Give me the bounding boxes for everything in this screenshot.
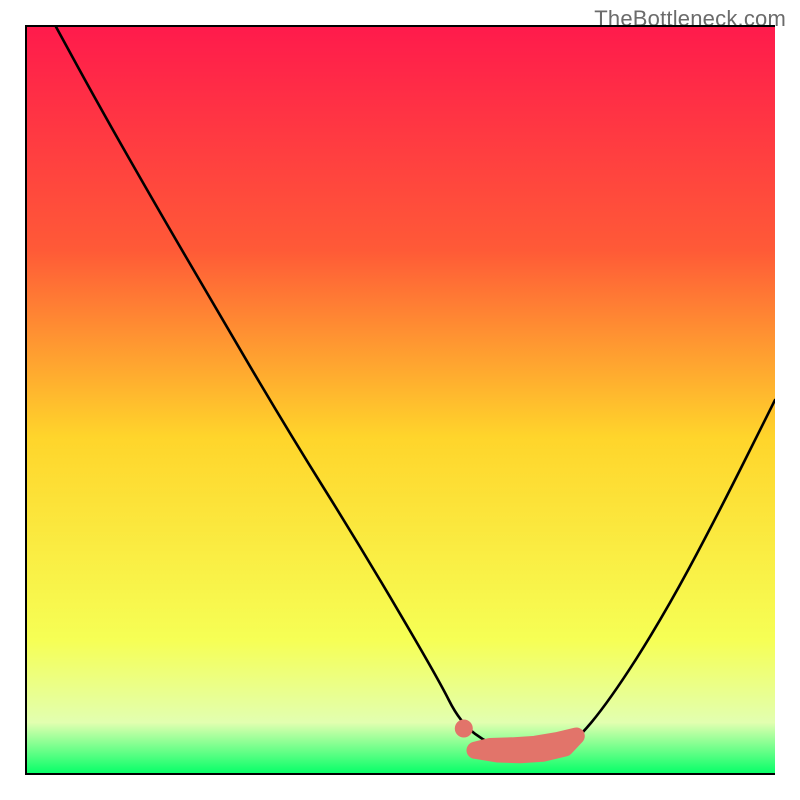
valley-highlight-left-dot (455, 720, 473, 738)
plot-area (25, 25, 775, 775)
chart-root: TheBottleneck.com (0, 0, 800, 800)
chart-svg (25, 25, 775, 775)
gradient-background (25, 25, 775, 775)
valley-highlight-band (475, 736, 576, 755)
